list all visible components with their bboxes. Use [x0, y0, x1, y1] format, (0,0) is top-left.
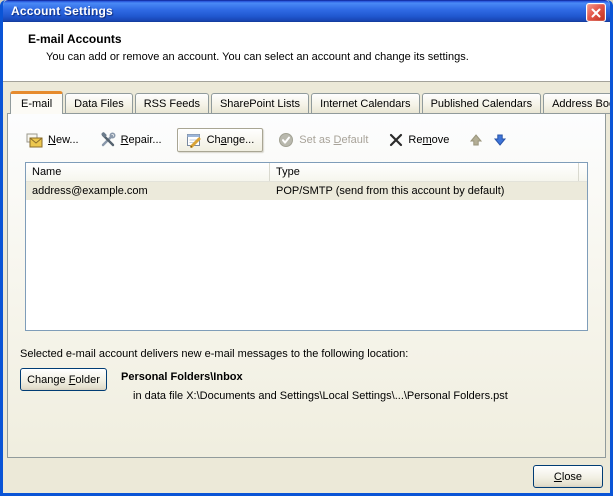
- tab-email[interactable]: E-mail: [10, 91, 63, 114]
- delivery-folder-row: Change Folder Personal Folders\Inbox in …: [20, 368, 597, 402]
- label-key: m: [422, 134, 431, 146]
- titlebar: Account Settings: [3, 0, 610, 22]
- column-label: Type: [276, 166, 300, 178]
- delivery-location-text: Selected e-mail account delivers new e-m…: [20, 348, 597, 360]
- dialog-footer: Close: [7, 458, 606, 488]
- tab-label: Address Books: [552, 98, 613, 110]
- page-title: E-mail Accounts: [3, 32, 610, 46]
- label-key: N: [48, 134, 56, 146]
- tab-sharepoint-lists[interactable]: SharePoint Lists: [211, 93, 309, 114]
- label: Set as Default: [299, 134, 368, 146]
- move-up-button[interactable]: [464, 129, 488, 151]
- account-type-cell: POP/SMTP (send from this account by defa…: [270, 185, 587, 197]
- tab-label: SharePoint Lists: [220, 98, 300, 110]
- header-filler: [579, 163, 587, 181]
- name-column-header[interactable]: Name: [26, 163, 270, 181]
- account-row[interactable]: address@example.com POP/SMTP (send from …: [26, 182, 587, 200]
- repair-icon: [100, 132, 116, 148]
- close-icon: [591, 8, 601, 18]
- close-window-button[interactable]: [586, 3, 606, 22]
- tab-label: Internet Calendars: [320, 98, 411, 110]
- tab-internet-calendars[interactable]: Internet Calendars: [311, 93, 420, 114]
- delivery-folder: Personal Folders\Inbox: [121, 371, 508, 383]
- label-post: ew...: [56, 134, 79, 146]
- change-icon: [186, 132, 202, 148]
- label-pre: Set as: [299, 134, 333, 146]
- accounts-list: Name Type address@example.com POP/SMTP (…: [25, 162, 588, 331]
- set-default-icon: [278, 132, 294, 148]
- tab-label: RSS Feeds: [144, 98, 200, 110]
- set-as-default-button[interactable]: Set as Default: [272, 128, 374, 152]
- down-arrow-icon: [493, 133, 507, 147]
- change-button[interactable]: Change...: [177, 128, 264, 152]
- label: Repair...: [121, 134, 162, 146]
- tab-address-books[interactable]: Address Books: [543, 93, 613, 114]
- label-pre: Re: [408, 134, 422, 146]
- tab-label: Published Calendars: [431, 98, 533, 110]
- label-post: epair...: [129, 134, 162, 146]
- up-arrow-icon: [469, 133, 483, 147]
- change-folder-button[interactable]: Change Folder: [20, 368, 107, 391]
- new-button[interactable]: New...: [20, 129, 85, 152]
- label-post: nge...: [227, 134, 255, 146]
- label-post: lose: [562, 471, 582, 483]
- accounts-list-header: Name Type: [26, 163, 587, 182]
- label: Remove: [408, 134, 449, 146]
- type-column-header[interactable]: Type: [270, 163, 579, 181]
- account-settings-dialog: Account Settings E-mail Accounts You can…: [0, 0, 613, 496]
- close-button[interactable]: Close: [533, 465, 603, 488]
- window-title: Account Settings: [3, 4, 113, 18]
- delivery-data-file: in data file X:\Documents and Settings\L…: [133, 390, 508, 402]
- email-tab-panel: New... Repair...: [7, 113, 606, 458]
- remove-button[interactable]: Remove: [383, 129, 455, 151]
- label-key: C: [554, 471, 562, 483]
- page-description: You can add or remove an account. You ca…: [3, 46, 610, 63]
- dialog-header: E-mail Accounts You can add or remove an…: [3, 22, 610, 82]
- new-account-icon: [26, 133, 43, 148]
- label-post: efault: [341, 134, 368, 146]
- account-name-cell: address@example.com: [26, 185, 270, 197]
- column-label: Name: [32, 166, 61, 178]
- tabstrip: E-mail Data Files RSS Feeds SharePoint L…: [7, 91, 606, 114]
- delivery-folder-info: Personal Folders\Inbox in data file X:\D…: [121, 368, 508, 402]
- remove-icon: [389, 133, 403, 147]
- label: Change...: [207, 134, 255, 146]
- label: New...: [48, 134, 79, 146]
- tab-rss-feeds[interactable]: RSS Feeds: [135, 93, 209, 114]
- label-key: R: [121, 134, 129, 146]
- label-pre: Ch: [207, 134, 221, 146]
- tab-published-calendars[interactable]: Published Calendars: [422, 93, 542, 114]
- label-post: older: [75, 374, 99, 386]
- accounts-toolbar: New... Repair...: [16, 127, 597, 153]
- repair-button[interactable]: Repair...: [94, 128, 168, 152]
- label-post: ove: [432, 134, 450, 146]
- tab-label: Data Files: [74, 98, 124, 110]
- tab-label: E-mail: [21, 98, 52, 110]
- move-down-button[interactable]: [488, 129, 512, 151]
- label-pre: Change: [27, 374, 69, 386]
- dialog-body: E-mail Data Files RSS Feeds SharePoint L…: [3, 82, 610, 488]
- tab-data-files[interactable]: Data Files: [65, 93, 133, 114]
